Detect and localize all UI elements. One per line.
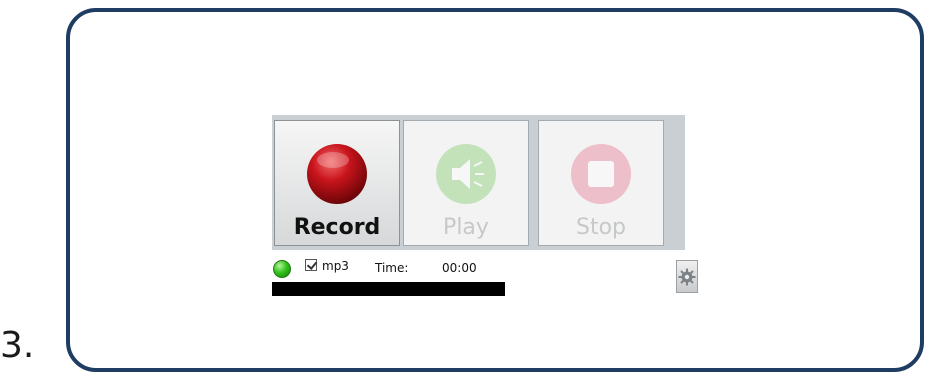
record-button-label: Record — [293, 215, 381, 240]
format-label: mp3 — [322, 259, 349, 273]
record-icon — [302, 139, 372, 209]
time-value: 00:00 — [442, 261, 477, 275]
step-number: 3. — [0, 325, 35, 366]
time-label: Time: — [375, 261, 409, 275]
stop-button-label: Stop — [575, 215, 626, 240]
record-button[interactable]: Record — [274, 120, 400, 246]
status-led-icon — [273, 260, 291, 278]
play-button-label: Play — [443, 215, 489, 240]
play-button[interactable]: Play — [403, 120, 529, 246]
status-bar: mp3 Time: 00:00 — [272, 256, 692, 282]
stop-icon — [566, 139, 636, 209]
settings-button[interactable] — [676, 260, 698, 293]
mp3-checkbox[interactable] — [305, 259, 317, 271]
level-meter-bar — [272, 282, 505, 296]
recorder-panel: Record Play Stop — [272, 115, 685, 250]
speaker-icon — [431, 139, 501, 209]
gear-icon — [678, 268, 696, 285]
stop-button[interactable]: Stop — [538, 120, 664, 246]
